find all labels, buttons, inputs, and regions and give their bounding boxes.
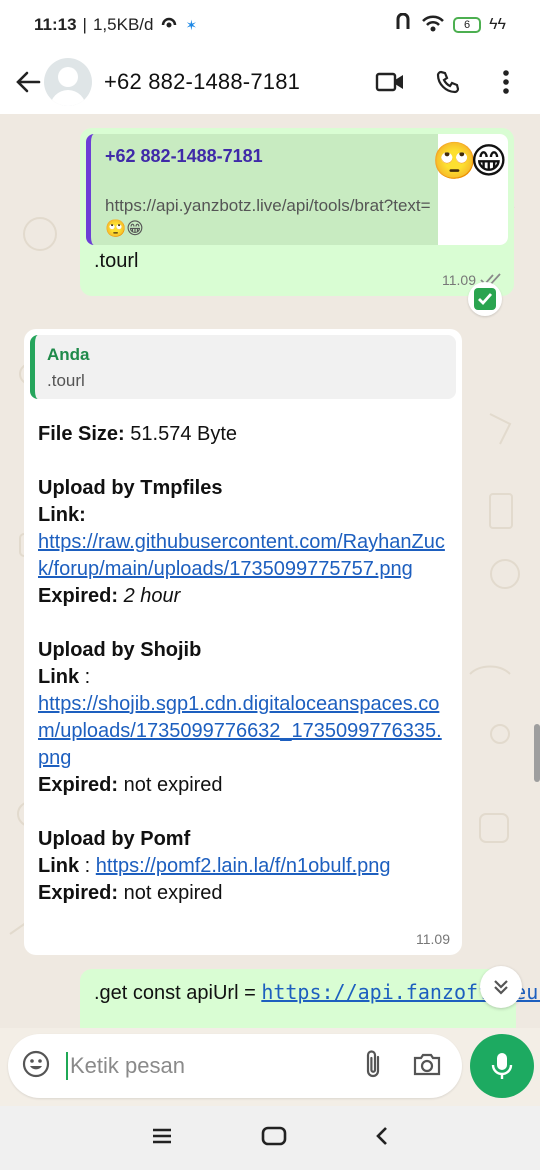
menu-lines-icon [153,1128,171,1143]
shojib-link-label: Link [38,666,80,688]
recent-apps-button[interactable] [151,1127,173,1150]
message-input[interactable]: Ketik pesan [70,1053,185,1079]
message-text: .get const apiUrl = [94,982,262,1004]
status-net-speed: 1,5KB/d [92,15,154,34]
shojib-title: Upload by Shojib [38,639,202,661]
status-time: 11:13 [34,15,77,34]
double-chevron-down-icon [494,980,508,995]
quoted-message[interactable]: +62 882-1488-7181 https://api.yanzbotz.l… [86,134,508,245]
shojib-expired-label: Expired: [38,774,119,796]
shojib-link-separator: : [79,666,91,688]
arrow-left-icon [16,71,41,93]
charging-icon: ϟϟ [489,16,506,33]
message-time: 11.09 [416,931,450,947]
incoming-message[interactable]: Anda .tourl File Size: 51.574 Byte Uploa… [24,329,462,955]
pomf-title: Upload by Pomf [38,828,191,850]
voice-call-button[interactable] [428,62,468,102]
attach-button[interactable] [362,1049,384,1084]
outgoing-message[interactable]: +62 882-1488-7181 https://api.yanzbotz.l… [80,128,514,296]
battery-icon: 6 [453,17,482,33]
tmpfiles-link-label: Link: [38,504,86,526]
emoji-button[interactable] [22,1050,50,1083]
pomf-expired-label: Expired: [38,882,119,904]
tmpfiles-title: Upload by Tmpfiles [38,477,223,499]
file-size-label: File Size: [38,423,125,445]
contact-name[interactable]: +62 882-1488-7181 [104,69,300,95]
message-time: 11.09 [442,272,476,288]
video-camera-icon [375,72,403,92]
quoted-sender: +62 882-1488-7181 [105,146,263,166]
contact-avatar[interactable] [44,58,92,106]
message-text: .tourl [94,250,139,272]
pomf-link-label: Link [38,855,80,877]
tmpfiles-expired-value: 2 hour [123,585,181,607]
quoted-thumbnail: 🙄 😁 [432,134,508,245]
check-mark-reaction-icon [474,288,496,310]
quoted-sender: Anda [47,345,90,364]
message-reaction[interactable] [468,282,502,316]
pomf-link-separator: : [79,855,96,877]
text-cursor [66,1052,68,1080]
microphone-icon [491,1053,513,1079]
chat-area[interactable]: +62 882-1488-7181 https://api.yanzbotz.l… [0,114,540,1028]
more-options-button[interactable] [486,62,526,102]
home-square-icon [261,1126,287,1145]
status-separator: | [82,15,87,34]
tmpfiles-link[interactable]: https://raw.githubusercontent.com/Rayhan… [38,531,445,580]
system-back-button[interactable] [375,1126,389,1151]
app-notification-icon: ✶ [185,16,198,33]
file-size-value: 51.574 Byte [130,423,238,445]
message-text: File Size: 51.574 Byte Upload by Tmpfile… [30,399,456,907]
pomf-link[interactable]: https://pomf2.lain.la/f/n1obulf.png [96,855,391,877]
camera-icon [413,1053,441,1075]
quoted-text: .tourl [47,371,85,390]
chevron-left-icon [376,1126,387,1145]
more-vertical-icon [503,70,509,94]
voice-message-button[interactable] [470,1034,534,1098]
hotspot-icon [159,13,179,38]
grin-emoji: 😁 [470,140,508,181]
phone-icon [436,70,460,94]
system-nav-bar [0,1106,540,1170]
home-button[interactable] [261,1126,287,1151]
shojib-expired-value: not expired [123,774,223,796]
wifi-icon [421,13,445,38]
pomf-expired-value: not expired [123,882,223,904]
chat-header: +62 882-1488-7181 [0,50,540,114]
scroll-to-bottom-button[interactable] [480,966,522,1008]
tmpfiles-expired-label: Expired: [38,585,119,607]
outgoing-message[interactable]: .get const apiUrl = https://api.fanzoffc… [80,969,540,1028]
nfc-icon [393,12,413,38]
status-bar: 11:13 | 1,5KB/d ✶ 6 ϟϟ [0,0,540,50]
quoted-message[interactable]: Anda .tourl [30,335,456,399]
paperclip-icon [366,1049,380,1077]
emoji-icon [22,1050,50,1077]
shojib-link[interactable]: https://shojib.sgp1.cdn.digitaloceanspac… [38,693,442,769]
quoted-text: https://api.yanzbotz.live/api/tools/brat… [105,196,431,238]
message-composer: Ketik pesan [8,1034,462,1098]
camera-button[interactable] [412,1051,442,1082]
video-call-button[interactable] [370,62,410,102]
scrollbar-thumb[interactable] [534,724,540,782]
